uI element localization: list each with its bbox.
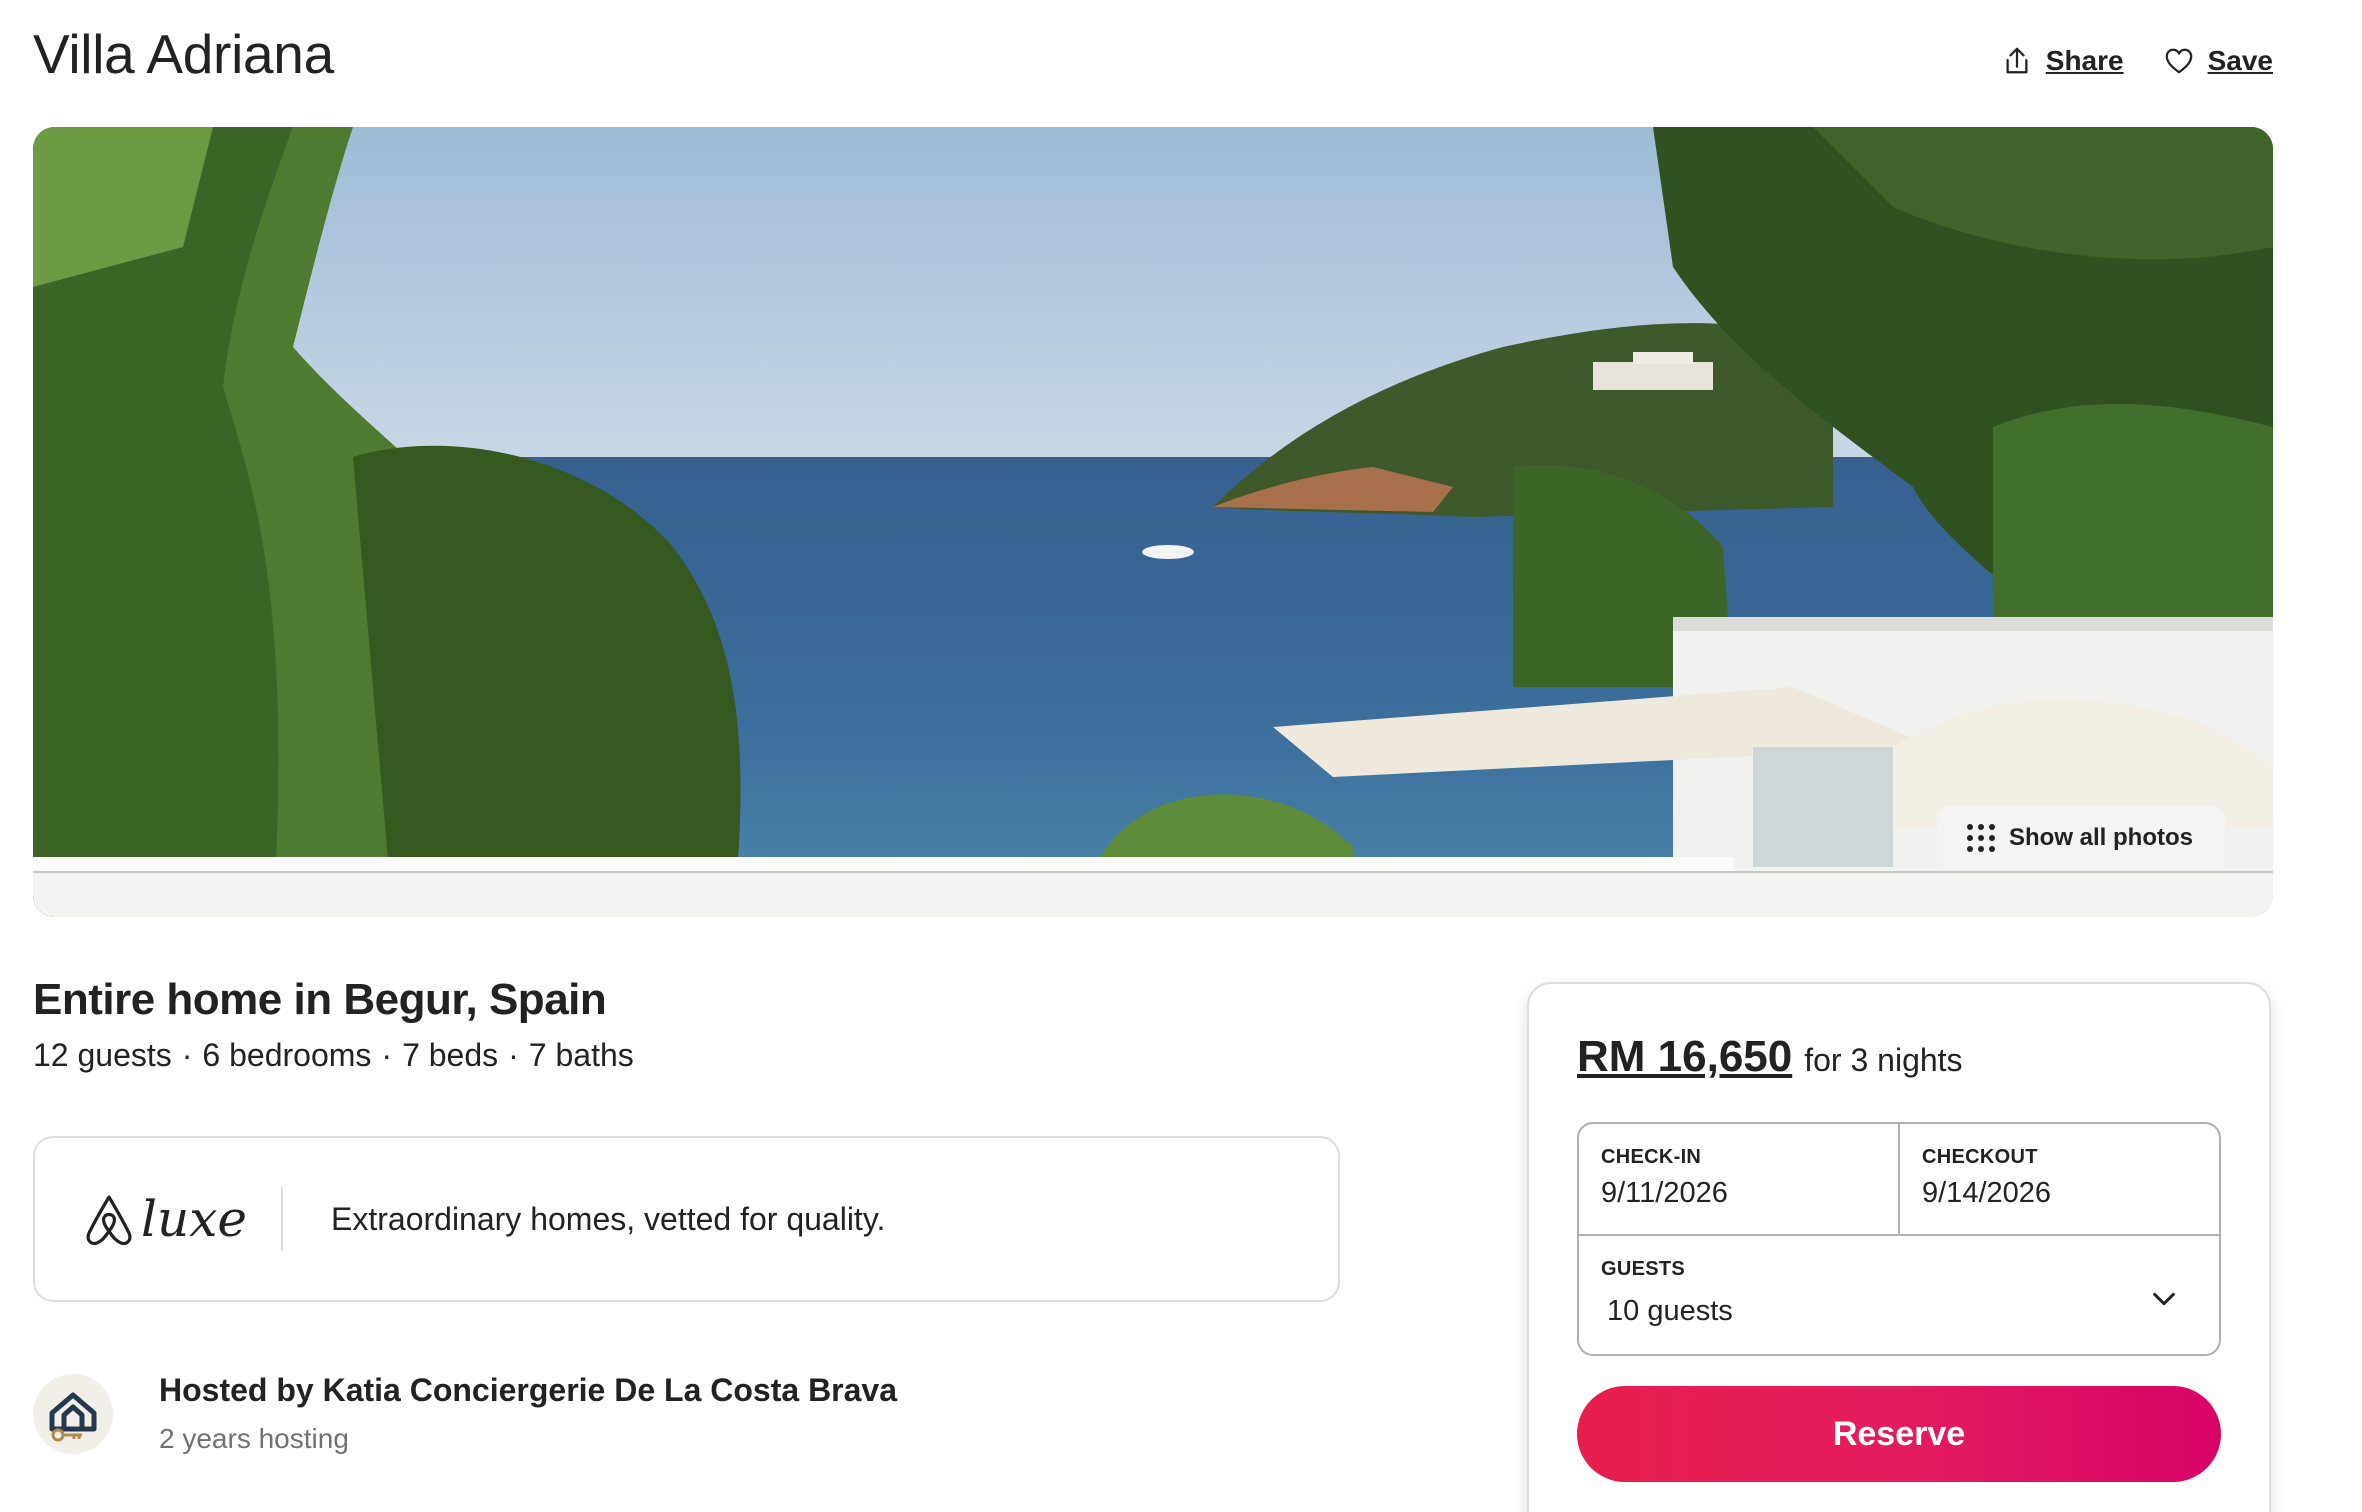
- host-avatar[interactable]: [33, 1373, 113, 1454]
- listing-specs: 12 guests · 6 bedrooms · 7 beds · 7 bath…: [33, 1037, 1343, 1074]
- listing-type-location: Entire home in Begur, Spain: [33, 975, 607, 1024]
- booking-card: RM 16,650 for 3 nights CHECK-IN 9/11/202…: [1527, 982, 2271, 1512]
- page-title: Villa Adriana: [33, 23, 334, 85]
- save-label: Save: [2207, 45, 2273, 76]
- checkin-field[interactable]: CHECK-IN 9/11/2026: [1579, 1124, 1898, 1234]
- checkout-label: CHECKOUT: [1922, 1146, 2038, 1168]
- luxe-banner: luxe Extraordinary homes, vetted for qua…: [33, 1136, 1340, 1302]
- spec-baths: 7 baths: [528, 1037, 634, 1073]
- checkin-value: 9/11/2026: [1601, 1177, 1728, 1209]
- host-info: Hosted by Katia Conciergerie De La Costa…: [159, 1372, 897, 1455]
- chevron-down-icon: [2153, 1292, 2175, 1306]
- luxe-tagline: Extraordinary homes, vetted for quality.: [331, 1200, 886, 1237]
- host-name: Hosted by Katia Conciergerie De La Costa…: [159, 1372, 898, 1408]
- title-actions: Share Save: [2002, 31, 2273, 77]
- title-row: Villa Adriana Share Save: [33, 14, 2273, 94]
- price-suffix: for 3 nights: [1804, 1042, 1963, 1078]
- spec-separator: ·: [381, 1037, 393, 1073]
- total-price[interactable]: RM 16,650: [1577, 1032, 1792, 1082]
- share-icon: [2006, 47, 2028, 74]
- luxe-wordmark: luxe: [141, 1190, 245, 1248]
- listing-overview: Entire home in Begur, Spain 12 guests · …: [33, 975, 1343, 1455]
- heart-icon: [2165, 48, 2192, 74]
- price-line: RM 16,650 for 3 nights: [1577, 1032, 2221, 1082]
- grid-dots-icon: [1967, 824, 1995, 852]
- spec-beds: 7 beds: [402, 1037, 499, 1073]
- guests-field[interactable]: GUESTS 10 guests: [1579, 1236, 2219, 1354]
- share-label: Share: [2045, 45, 2124, 76]
- date-fields: CHECK-IN 9/11/2026 CHECKOUT 9/14/2026: [1579, 1124, 2219, 1236]
- luxe-wordmark-text: luxe: [141, 1190, 245, 1248]
- show-all-photos-button[interactable]: Show all photos: [1937, 806, 2225, 870]
- spec-separator: ·: [508, 1037, 519, 1073]
- guests-value: 10 guests: [1607, 1295, 1733, 1327]
- spec-separator: ·: [181, 1037, 193, 1073]
- spec-bedrooms: 6 bedrooms: [202, 1037, 372, 1073]
- host-row: Hosted by Katia Conciergerie De La Costa…: [33, 1372, 1343, 1455]
- save-button[interactable]: Save: [2164, 45, 2273, 77]
- checkin-label: CHECK-IN: [1601, 1146, 1702, 1168]
- share-button[interactable]: Share: [2002, 45, 2124, 77]
- host-house-key-icon: [49, 1392, 97, 1441]
- luxe-logo: luxe: [35, 1184, 281, 1254]
- show-all-photos-label: Show all photos: [2009, 824, 2193, 851]
- host-tenure: 2 years hosting: [159, 1423, 349, 1454]
- checkout-value: 9/14/2026: [1922, 1177, 2052, 1209]
- reserve-button[interactable]: Reserve: [1577, 1386, 2221, 1482]
- airbnb-logo-icon: [86, 1195, 132, 1246]
- spec-guests: 12 guests: [33, 1037, 172, 1073]
- hero-photo[interactable]: Show all photos: [33, 127, 2273, 917]
- hero-photo-image: [33, 127, 2273, 917]
- trip-picker: CHECK-IN 9/11/2026 CHECKOUT 9/14/2026 GU…: [1577, 1122, 2221, 1356]
- checkout-field[interactable]: CHECKOUT 9/14/2026: [1898, 1124, 2219, 1234]
- guests-label: GUESTS: [1601, 1258, 1686, 1280]
